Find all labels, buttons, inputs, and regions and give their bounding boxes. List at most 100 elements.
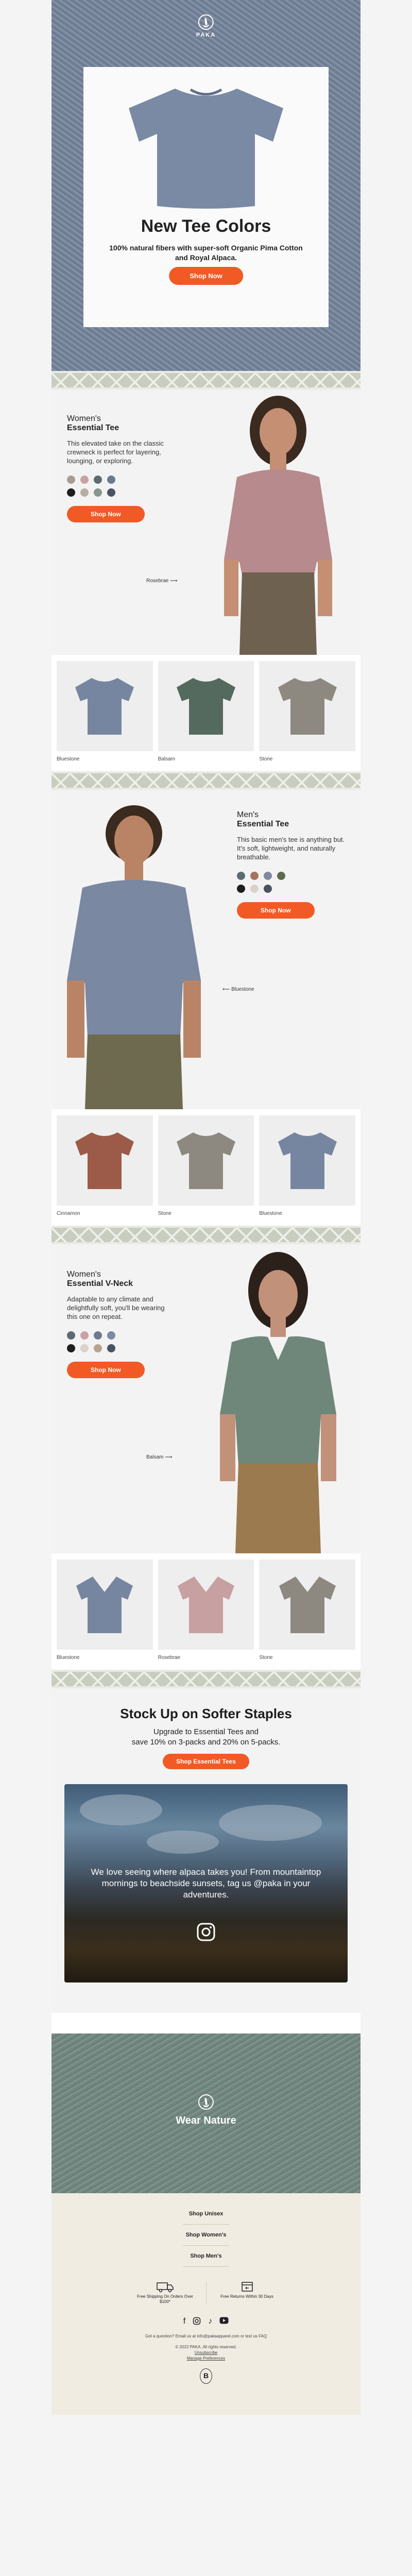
- perk-shipping-text: Free Shipping On Orders Over $100*: [137, 2294, 193, 2304]
- product-thumb-label: Balsam: [158, 756, 176, 762]
- tshirt-icon: [177, 1132, 235, 1189]
- vneck-tshirt-icon: [178, 1576, 234, 1633]
- manage-preferences-link[interactable]: Manage Preferences: [52, 2355, 360, 2361]
- paka-logo-icon: [198, 14, 214, 30]
- vneck-tshirt-icon: [279, 1576, 336, 1633]
- mens-tee-shop-now-button[interactable]: Shop Now: [237, 902, 315, 919]
- mens-tee-model-caption: ⟵ Bluestone: [222, 987, 254, 992]
- mens-tee-section: ⟵ Bluestone Men's Essential Tee This bas…: [52, 790, 360, 1109]
- tshirt-icon: [75, 677, 134, 735]
- tshirt-icon: [177, 677, 235, 735]
- ugc-text: We love seeing where alpaca takes you! F…: [91, 1867, 321, 1900]
- product-thumb[interactable]: Bluestone: [57, 1560, 153, 1660]
- color-swatch[interactable]: [237, 885, 245, 893]
- hero-title: New Tee Colors: [141, 216, 271, 236]
- footer-link-shop-womens[interactable]: Shop Women's: [183, 2225, 229, 2246]
- color-swatch[interactable]: [264, 885, 272, 893]
- ugc-banner[interactable]: We love seeing where alpaca takes you! F…: [64, 1784, 348, 1982]
- footer-legal: Got a question? Email us at info@pakaapp…: [52, 2333, 360, 2361]
- social-links: f ♪: [52, 2317, 360, 2326]
- color-swatch[interactable]: [94, 1331, 102, 1340]
- womens-vneck-title: Essential V-Neck: [67, 1279, 133, 1288]
- color-swatch[interactable]: [67, 476, 75, 484]
- color-swatch[interactable]: [237, 872, 245, 880]
- footer-perks: Free Shipping On Orders Over $100* Free …: [52, 2281, 360, 2304]
- color-swatch[interactable]: [80, 476, 89, 484]
- facebook-icon[interactable]: f: [183, 2317, 185, 2326]
- pattern-divider: [52, 1670, 360, 1688]
- product-thumb[interactable]: Bluestone: [259, 1115, 356, 1216]
- product-thumb[interactable]: Balsam: [158, 661, 254, 762]
- footer-link-shop-mens[interactable]: Shop Men's: [183, 2246, 229, 2267]
- footer: Shop Unisex Shop Women's Shop Men's Free…: [52, 2193, 360, 2415]
- tshirt-icon: [75, 1132, 134, 1189]
- paka-logo-icon: [198, 2094, 214, 2110]
- color-swatch[interactable]: [67, 488, 75, 497]
- product-thumb[interactable]: Bluestone: [57, 661, 153, 762]
- womens-vneck-eyebrow: Women's: [67, 1270, 101, 1279]
- womens-vneck-model-caption: Balsam ⟶: [146, 1454, 173, 1460]
- womens-tee-model-image[interactable]: [206, 389, 350, 655]
- perk-returns-text: Free Returns Within 30 Days: [220, 2294, 273, 2299]
- color-swatch[interactable]: [80, 488, 89, 497]
- mens-tee-model-image[interactable]: [62, 795, 211, 1109]
- stock-up-section: Stock Up on Softer Staples Upgrade to Es…: [52, 1688, 360, 2013]
- color-swatch[interactable]: [250, 885, 259, 893]
- color-swatch[interactable]: [107, 1344, 115, 1352]
- footer-copyright: © 2022 PAKA. All rights reserved.: [175, 2345, 237, 2349]
- color-swatch[interactable]: [67, 1331, 75, 1340]
- color-swatch[interactable]: [67, 1344, 75, 1352]
- vneck-tshirt-icon: [76, 1576, 133, 1633]
- womens-vneck-text: Women's Essential V-Neck Adaptable to an…: [67, 1270, 175, 1378]
- divider: [205, 2281, 207, 2304]
- womens-tee-shop-now-button[interactable]: Shop Now: [67, 506, 145, 522]
- cloud-shape: [147, 1831, 219, 1854]
- product-thumb-label: Bluestone: [57, 756, 80, 762]
- color-swatch[interactable]: [80, 1331, 89, 1340]
- hero-section: PAKA New Tee Colors 100% natural fibers …: [52, 0, 360, 371]
- color-swatch[interactable]: [107, 476, 115, 484]
- womens-tee-swatches: [67, 476, 175, 497]
- color-swatch[interactable]: [94, 476, 102, 484]
- color-swatch[interactable]: [277, 872, 285, 880]
- instagram-icon[interactable]: [196, 1922, 216, 1942]
- instagram-icon[interactable]: [193, 2317, 201, 2325]
- hero-tshirt-image[interactable]: [113, 82, 299, 211]
- color-swatch[interactable]: [107, 488, 115, 497]
- product-thumb[interactable]: Stone: [259, 661, 356, 762]
- color-swatch[interactable]: [107, 1331, 115, 1340]
- bcorp-icon: B: [200, 2368, 212, 2384]
- womens-vneck-description: Adaptable to any climate and delightfull…: [67, 1295, 165, 1320]
- color-swatch[interactable]: [80, 1344, 89, 1352]
- product-thumb-label: Stone: [259, 756, 273, 762]
- unsubscribe-link[interactable]: Unsubscribe: [52, 2350, 360, 2355]
- shop-essential-tees-button[interactable]: Shop Essential Tees: [163, 1754, 249, 1769]
- brand-logo[interactable]: PAKA: [196, 14, 216, 38]
- tiktok-icon[interactable]: ♪: [208, 2317, 212, 2326]
- product-thumb[interactable]: Rosebrae: [158, 1560, 254, 1660]
- mens-tee-swatches: [237, 872, 345, 893]
- womens-vneck-shop-now-button[interactable]: Shop Now: [67, 1362, 145, 1378]
- hero-shop-now-button[interactable]: Shop Now: [169, 267, 243, 285]
- product-thumb[interactable]: Stone: [259, 1560, 356, 1660]
- color-swatch[interactable]: [94, 1344, 102, 1352]
- color-swatch[interactable]: [94, 488, 102, 497]
- womens-tee-model-caption: Rosebrae ⟶: [146, 578, 178, 584]
- color-swatch[interactable]: [250, 872, 259, 880]
- mens-tee-title: Essential Tee: [237, 820, 289, 828]
- product-thumb-label: Stone: [158, 1211, 171, 1216]
- color-swatch[interactable]: [264, 872, 272, 880]
- return-box-icon: [241, 2282, 253, 2292]
- product-thumb[interactable]: Stone: [158, 1115, 254, 1216]
- womens-vneck-swatches: [67, 1331, 175, 1352]
- footer-link-shop-unisex[interactable]: Shop Unisex: [183, 2204, 229, 2225]
- pattern-divider: [52, 1226, 360, 1244]
- footer-question: Got a question? Email us at info@pakaapp…: [145, 2334, 267, 2338]
- wear-nature-banner[interactable]: Wear Nature: [52, 2033, 360, 2193]
- mens-tee-description: This basic men's tee is anything but. It…: [237, 836, 345, 861]
- stock-up-title: Stock Up on Softer Staples: [120, 1706, 292, 1721]
- perk-shipping: Free Shipping On Orders Over $100*: [137, 2281, 194, 2304]
- product-thumb[interactable]: Cinnamon: [57, 1115, 153, 1216]
- youtube-icon[interactable]: [219, 2317, 229, 2324]
- womens-vneck-model-image[interactable]: [203, 1249, 353, 1553]
